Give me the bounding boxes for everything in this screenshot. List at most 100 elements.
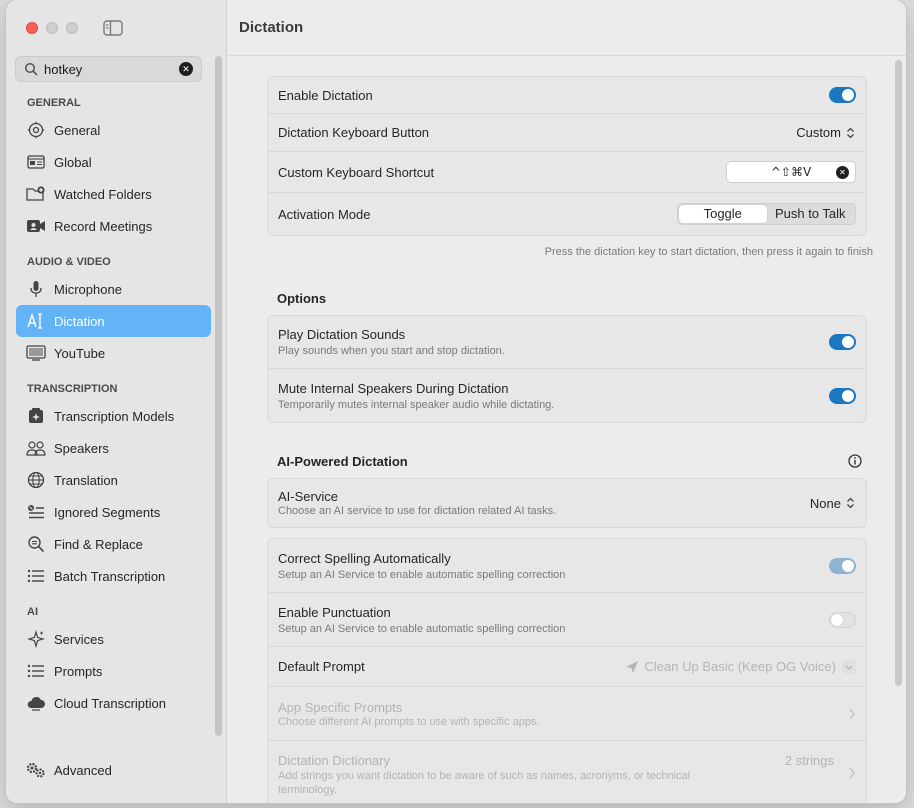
dictionary-description: Add strings you want dictation to be awa… xyxy=(278,770,691,796)
enable-dictation-label: Enable Dictation xyxy=(278,87,373,103)
batch-list-icon xyxy=(26,566,46,586)
sidebar-item-label: Cloud Transcription xyxy=(54,695,166,711)
sidebar-item-label: Speakers xyxy=(54,440,109,456)
sidebar-scrollbar[interactable] xyxy=(215,56,222,736)
correct-spelling-description: Setup an AI Service to enable automatic … xyxy=(278,568,566,581)
ai-heading: AI-Powered Dictation xyxy=(277,454,408,469)
enable-dictation-toggle[interactable] xyxy=(829,87,856,103)
default-prompt-popup[interactable]: Clean Up Basic (Keep OG Voice) xyxy=(625,659,856,674)
sidebar-item-find-replace[interactable]: Find & Replace xyxy=(16,528,211,560)
chevron-down-icon xyxy=(842,659,856,674)
correct-spelling-row: Correct Spelling Automatically Setup an … xyxy=(268,539,866,593)
sidebar-item-speakers[interactable]: Speakers xyxy=(16,432,211,464)
sidebar-toggle-icon[interactable] xyxy=(103,20,123,36)
ai-features-card: Correct Spelling Automatically Setup an … xyxy=(267,538,867,803)
options-heading: Options xyxy=(277,291,327,306)
sidebar-item-youtube[interactable]: YouTube xyxy=(16,337,211,369)
segment-toggle[interactable]: Toggle xyxy=(679,205,767,223)
microphone-icon xyxy=(26,279,46,299)
sidebar-item-label: Prompts xyxy=(54,663,103,679)
minimize-button[interactable] xyxy=(46,22,58,34)
clear-search-icon[interactable]: ✕ xyxy=(179,62,193,76)
sidebar-item-watched-folders[interactable]: Watched Folders xyxy=(16,178,211,210)
sidebar-item-label: General xyxy=(54,122,101,138)
sidebar-nav: GENERAL General Global Watched Folders R… xyxy=(16,92,211,719)
folder-plus-icon xyxy=(26,184,46,204)
section-title-ai: AI xyxy=(27,606,38,618)
sidebar-item-microphone[interactable]: Microphone xyxy=(16,273,211,305)
sidebar-item-label: Watched Folders xyxy=(54,186,152,202)
main-content: Dictation Enable Dictation Dictation Key… xyxy=(227,0,906,803)
gears-icon xyxy=(26,760,46,780)
keyboard-button-popup[interactable]: Custom xyxy=(796,125,856,140)
app-prompts-label: App Specific Prompts xyxy=(278,699,403,715)
sidebar-item-label: Global xyxy=(54,154,92,170)
dictionary-row[interactable]: Dictation Dictionary Add strings you wan… xyxy=(268,741,866,803)
sidebar-item-ignored-segments[interactable]: Ignored Segments xyxy=(16,496,211,528)
list-icon xyxy=(26,661,46,681)
zoom-button[interactable] xyxy=(66,22,78,34)
activation-hint: Press the dictation key to start dictati… xyxy=(544,246,873,258)
sidebar-item-cloud-transcription[interactable]: Cloud Transcription xyxy=(16,687,211,719)
punctuation-toggle[interactable] xyxy=(829,611,856,628)
sidebar-item-global[interactable]: Global xyxy=(16,146,211,178)
sidebar-item-general[interactable]: General xyxy=(16,114,211,146)
sidebar-item-label: YouTube xyxy=(54,345,106,361)
sidebar-item-services[interactable]: Services xyxy=(16,623,211,655)
clear-shortcut-icon[interactable]: ✕ xyxy=(836,166,849,179)
sidebar-item-advanced[interactable]: Advanced xyxy=(16,754,211,786)
sidebar-item-record-meetings[interactable]: Record Meetings xyxy=(16,210,211,242)
default-prompt-label: Default Prompt xyxy=(278,659,365,674)
shortcut-recorder[interactable]: ^⇧⌘V ✕ xyxy=(726,161,856,183)
sidebar-item-label: Ignored Segments xyxy=(54,504,161,520)
mute-speakers-row: Mute Internal Speakers During Dictation … xyxy=(268,369,866,422)
sidebar-item-label: Transcription Models xyxy=(54,408,175,424)
search-field[interactable]: hotkey ✕ xyxy=(15,56,202,82)
dictionary-label: Dictation Dictionary xyxy=(278,753,390,768)
sidebar-item-label: Batch Transcription xyxy=(54,568,166,584)
sidebar-item-label: Dictation xyxy=(54,313,105,329)
ai-service-popup[interactable]: None xyxy=(810,496,856,511)
sidebar-item-translation[interactable]: Translation xyxy=(16,464,211,496)
settings-window: hotkey ✕ GENERAL General Global Watched … xyxy=(6,0,906,803)
titlebar: Dictation xyxy=(227,0,906,56)
find-replace-icon xyxy=(26,534,46,554)
shortcut-value: ^⇧⌘V xyxy=(770,165,812,179)
play-sounds-description: Play sounds when you start and stop dict… xyxy=(278,345,505,357)
correct-spelling-label: Correct Spelling Automatically xyxy=(278,550,451,566)
app-prompts-row[interactable]: App Specific Prompts Choose different AI… xyxy=(268,687,866,741)
sidebar-item-label: Record Meetings xyxy=(54,218,153,234)
sparkles-icon xyxy=(26,629,46,649)
gear-icon xyxy=(26,120,46,140)
sidebar-item-batch-transcription[interactable]: Batch Transcription xyxy=(16,560,211,592)
chevron-right-icon xyxy=(849,708,855,719)
play-sounds-toggle[interactable] xyxy=(829,334,856,350)
ai-service-row: AI-Service Choose an AI service to use f… xyxy=(268,479,866,527)
default-prompt-value: Clean Up Basic (Keep OG Voice) xyxy=(644,659,836,674)
punctuation-description: Setup an AI Service to enable automatic … xyxy=(278,622,566,635)
correct-spelling-toggle[interactable] xyxy=(829,557,856,574)
close-button[interactable] xyxy=(26,22,38,34)
segment-push-to-talk[interactable]: Push to Talk xyxy=(767,205,855,223)
section-title-transcription: TRANSCRIPTION xyxy=(27,383,118,395)
sidebar-item-dictation[interactable]: Dictation xyxy=(16,305,211,337)
window-controls xyxy=(26,22,78,34)
settings-scroll-area[interactable]: Enable Dictation Dictation Keyboard Butt… xyxy=(227,56,906,803)
ai-service-value: None xyxy=(809,495,841,511)
custom-shortcut-label: Custom Keyboard Shortcut xyxy=(278,164,435,180)
dictionary-count: 2 strings xyxy=(784,753,834,768)
ai-cursor-icon xyxy=(26,311,46,331)
mute-speakers-toggle[interactable] xyxy=(829,387,856,404)
video-person-icon xyxy=(26,216,46,236)
search-input[interactable]: hotkey xyxy=(44,62,179,77)
content-scrollbar[interactable] xyxy=(895,60,902,686)
keyboard-button-row: Dictation Keyboard Button Custom xyxy=(268,114,866,152)
sidebar-item-transcription-models[interactable]: Transcription Models xyxy=(16,400,211,432)
stepper-chevrons-icon xyxy=(847,497,854,509)
ai-service-card: AI-Service Choose an AI service to use f… xyxy=(267,478,867,528)
ai-service-description: Choose an AI service to use for dictatio… xyxy=(278,505,557,517)
punctuation-row: Enable Punctuation Setup an AI Service t… xyxy=(268,593,866,647)
sidebar-item-prompts[interactable]: Prompts xyxy=(16,655,211,687)
sidebar-item-label: Translation xyxy=(54,472,118,488)
info-icon[interactable] xyxy=(848,454,862,468)
